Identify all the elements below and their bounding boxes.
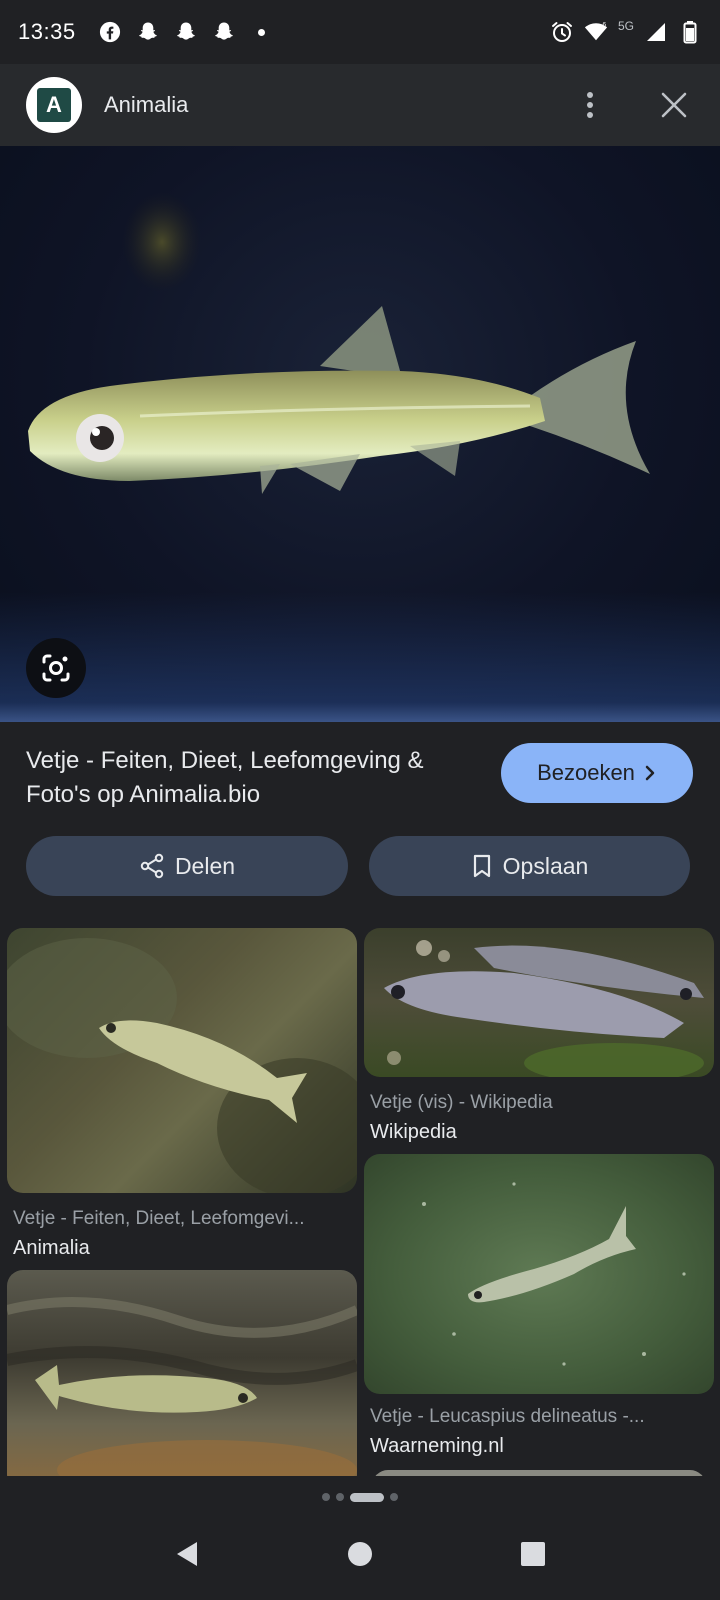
notification-icons	[98, 20, 274, 44]
preview-image[interactable]	[0, 146, 720, 722]
page-dot	[322, 1493, 330, 1501]
related-image-4[interactable]	[364, 1154, 714, 1394]
image-gradient	[0, 592, 720, 722]
related-image-2[interactable]	[364, 928, 714, 1077]
dot-icon	[250, 20, 274, 44]
site-logo: A	[26, 77, 82, 133]
site-header: A Animalia	[0, 64, 720, 146]
svg-text:6: 6	[602, 21, 606, 28]
site-name: Animalia	[104, 92, 189, 117]
fish-thumbnail	[7, 938, 357, 1193]
visit-button-label: Bezoeken	[537, 760, 635, 785]
status-bar: 13:35 6 5G	[0, 0, 720, 64]
fish-thumbnail	[422, 1182, 686, 1366]
related-title-1[interactable]: Vetje - Feiten, Dieet, Leefomgevi...	[13, 1208, 353, 1230]
page-indicator	[0, 1486, 720, 1508]
facebook-icon	[98, 20, 122, 44]
system-navigation-bar	[0, 1508, 720, 1600]
related-source-2: Wikipedia	[370, 1121, 457, 1143]
related-images-grid: Vetje - Feiten, Dieet, Leefomgevi... Ani…	[0, 928, 720, 1476]
site-logo-letter: A	[37, 88, 71, 122]
network-type-label: 5G	[617, 19, 634, 33]
home-button[interactable]	[330, 1524, 390, 1584]
related-image-5[interactable]	[372, 1470, 706, 1476]
share-button[interactable]: Delen	[26, 836, 348, 896]
recents-button[interactable]	[503, 1524, 563, 1584]
recents-square-icon	[521, 1542, 546, 1566]
system-icons: 6 5G	[550, 19, 702, 44]
save-button[interactable]: Opslaan	[369, 836, 690, 896]
close-icon	[661, 92, 687, 118]
more-vert-icon	[587, 92, 593, 118]
chevron-right-icon	[645, 765, 655, 781]
snapchat-icon	[212, 20, 236, 44]
save-button-label: Opslaan	[502, 852, 589, 879]
signal-icon	[644, 20, 668, 44]
fish-thumbnail	[384, 940, 704, 1077]
back-triangle-icon	[176, 1542, 197, 1566]
fish-thumbnail	[7, 1297, 357, 1476]
home-circle-icon	[347, 1542, 372, 1566]
snapchat-icon	[136, 20, 160, 44]
back-button[interactable]	[157, 1524, 217, 1584]
lens-search-button[interactable]	[26, 638, 86, 698]
alarm-icon	[550, 20, 574, 44]
share-button-label: Delen	[174, 852, 236, 879]
page-dot	[390, 1493, 398, 1501]
close-button[interactable]	[654, 85, 694, 125]
bookmark-icon	[473, 854, 490, 878]
related-image-3[interactable]	[7, 1270, 357, 1476]
more-options-button[interactable]	[570, 85, 610, 125]
result-title[interactable]: Vetje - Feiten, Dieet, Leefomgeving & Fo…	[26, 744, 466, 826]
wifi-icon: 6	[584, 20, 608, 44]
related-source-1: Animalia	[13, 1237, 90, 1259]
related-title-2[interactable]: Vetje (vis) - Wikipedia	[370, 1092, 710, 1114]
page-dot	[336, 1493, 344, 1501]
status-time: 13:35	[18, 19, 76, 44]
battery-icon	[678, 20, 702, 44]
visit-button[interactable]: Bezoeken	[501, 743, 693, 803]
related-image-1[interactable]	[7, 928, 357, 1193]
page-dot-active	[350, 1492, 384, 1502]
related-title-3[interactable]: Vetje - Leucaspius delineatus -...	[370, 1406, 710, 1428]
snapchat-icon	[174, 20, 198, 44]
related-source-3: Waarneming.nl	[370, 1435, 504, 1457]
google-lens-icon	[42, 654, 70, 682]
share-icon	[140, 853, 164, 879]
